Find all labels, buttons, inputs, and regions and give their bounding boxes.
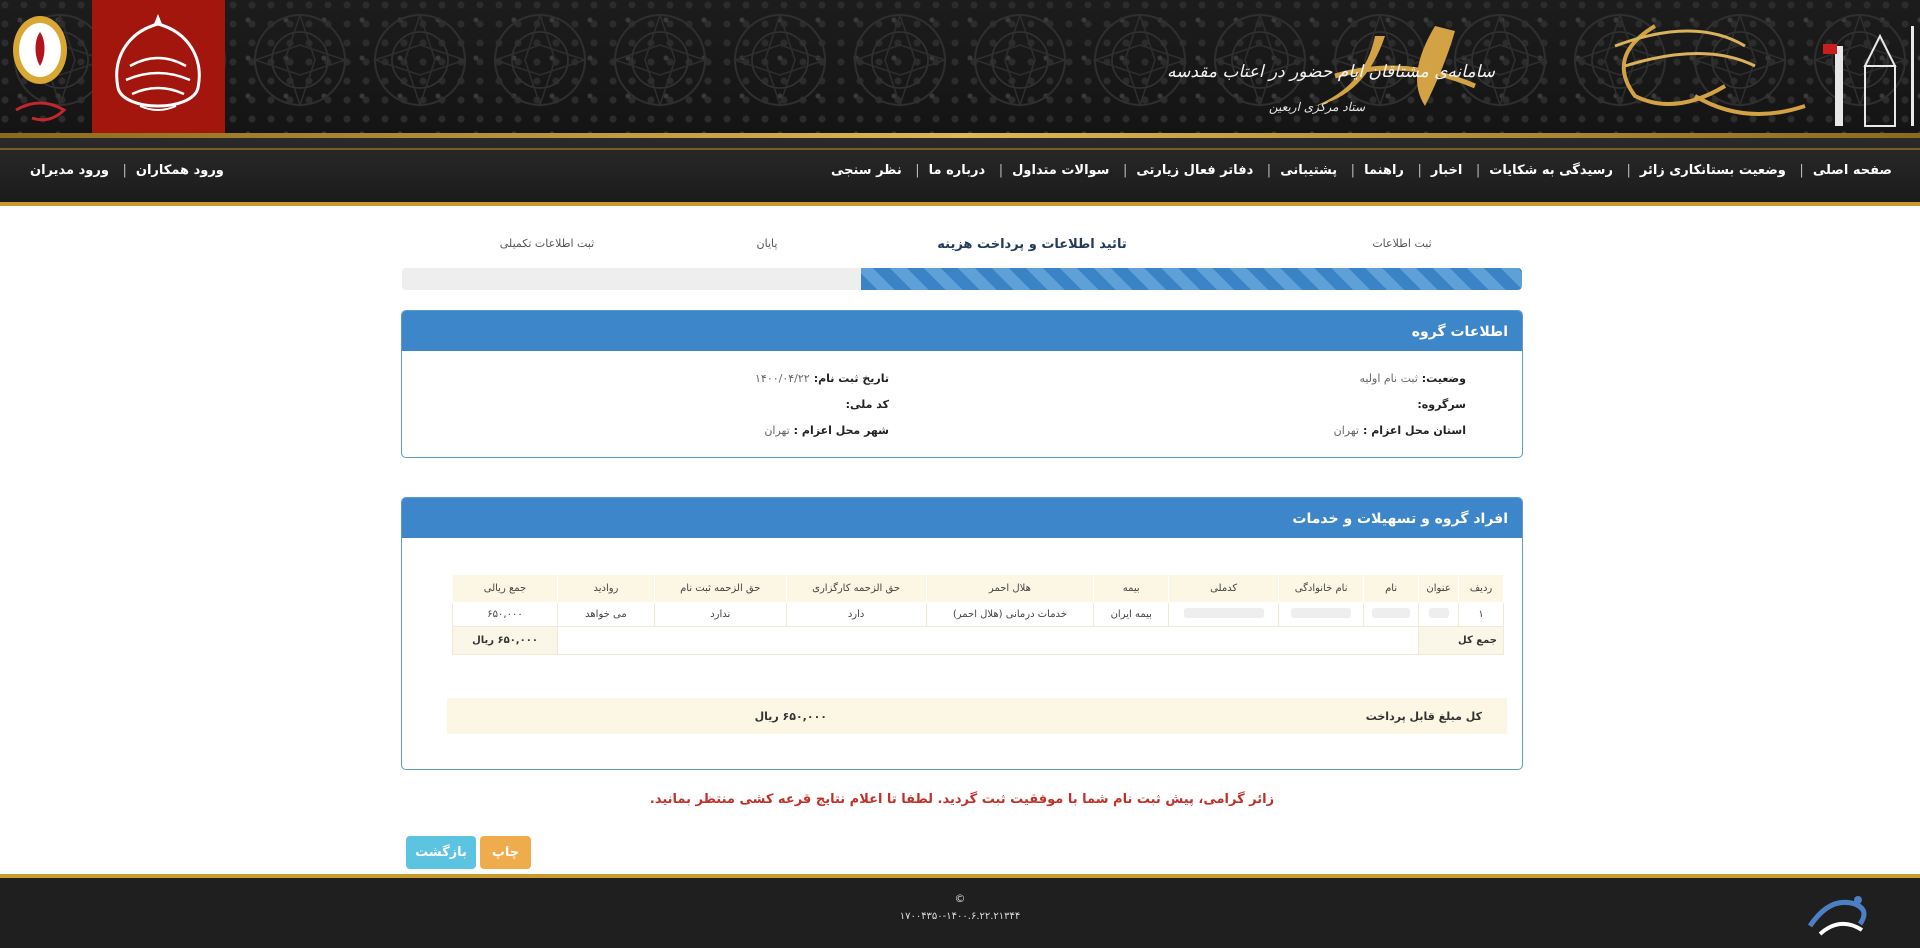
col-national-code: کدملی [1168,574,1280,603]
city-field: شهر محل اعزام :تهران [764,424,889,437]
status-field: وضعیت:ثبت نام اولیه [1359,372,1466,385]
cell-visa: می خواهد [556,602,655,627]
province-value: تهران [1333,424,1359,437]
nav-login-menu: ورود همکاران| ورود مدیران [30,163,224,178]
samah-subtitle-2: ستاد مرکزی اربعین [1268,100,1365,114]
nav-home[interactable]: صفحه اصلی [1813,163,1892,178]
header-banner: سامانه‌ی مشتاقان ایام حضور در اعتاب مقدس… [0,0,1920,138]
samah-subtitle: سامانه‌ی مشتاقان ایام حضور در اعتاب مقدس… [1166,62,1495,82]
payable-value: ۶۵۰,۰۰۰ ریال [754,710,827,723]
cell-red-crescent: خدمات درمانی (هلال احمر) [925,602,1095,627]
nav-about-us[interactable]: درباره ما [929,163,986,178]
wizard-step-confirm-pay: تائید اطلاعات و پرداخت هزینه [937,237,1127,252]
wizard-steps: ثبت اطلاعات تائید اطلاعات و پرداخت هزینه… [402,237,1522,257]
group-info-title: اطلاعات گروه [402,311,1522,351]
table-row: ۱ بیمه ایران خدمات درمانی (هلال احمر) دا… [452,602,1504,627]
col-agency-fee: حق الزحمه کارگزاری [785,574,927,603]
group-info-grid: وضعیت:ثبت نام اولیه سرگروه: استان محل اع… [402,351,1522,451]
national-code-label: کد ملی: [845,398,889,411]
calligraphy-emblem-icon [115,14,201,111]
footer-info: © ۱۷۰۰۴۳۵۰-۱۴۰۰.۶.۲۲.۲۱۳۴۴ [860,892,1060,922]
cell-last-name [1278,602,1365,627]
copyright-symbol: © [954,892,966,905]
col-row: ردیف [1458,574,1504,603]
success-message: زائر گرامی، پیش ثبت نام شما با موفقیت ثب… [649,792,1275,807]
cell-total: ۶۵۰,۰۰۰ [452,602,558,627]
status-label: وضعیت: [1421,372,1466,385]
cell-agency-fee: دارد [785,602,927,627]
nav-survey[interactable]: نظر سنجی [831,163,902,178]
nav-main-menu: صفحه اصلی| وضعیت بستانکاری زائر| رسیدگی … [830,163,1892,178]
col-red-crescent: هلال احمر [925,574,1095,603]
cell-first-name [1363,602,1420,627]
col-insurance: بیمه [1093,574,1170,603]
col-title: عنوان [1418,574,1460,603]
province-label: استان محل اعزام : [1362,424,1466,437]
reg-date-label: تاریخ ثبت نام: [813,372,889,385]
wizard-step-finish: پایان [756,237,778,250]
cell-national-code [1168,602,1280,627]
city-label: شهر محل اعزام : [793,424,889,437]
col-registration-fee: حق الزحمه ثبت نام [653,574,787,603]
table-total-row: جمع کل ۶۵۰,۰۰۰ ریال [452,626,1504,655]
redacted-value [1291,608,1352,618]
wizard-step-supplementary: ثبت اطلاعات تکمیلی [499,237,595,250]
nav-support[interactable]: پشتیبانی [1280,163,1337,178]
col-total: جمع ریالی [452,574,558,603]
total-value: ۶۵۰,۰۰۰ ریال [452,626,558,655]
emblem-box [92,0,225,134]
navbar-line [0,148,1920,150]
leader-label: سرگروه: [1417,398,1466,411]
city-value: تهران [764,424,790,437]
redacted-value [1372,608,1411,618]
cell-title [1418,602,1460,627]
cell-insurance: بیمه ایران [1093,602,1170,627]
national-code-field: کد ملی: [846,398,889,411]
redacted-value [1183,608,1264,618]
nav-complaints[interactable]: رسیدگی به شکایات [1489,163,1613,178]
back-button[interactable]: بازگشت [406,836,476,869]
province-field: استان محل اعزام :تهران [1334,424,1466,437]
bank-melli-logo [10,12,70,132]
nav-colleagues-login[interactable]: ورود همکاران [136,163,224,178]
cell-registration-fee: ندارد [653,602,787,627]
redacted-value [1428,608,1449,618]
nav-news[interactable]: اخبار [1431,163,1463,178]
nav-managers-login[interactable]: ورود مدیران [30,163,109,178]
payable-label: کل مبلغ قابل پرداخت [1365,710,1482,723]
members-table: ردیف عنوان نام نام خانوادگی کدملی بیمه ه… [452,574,1504,655]
wizard-progress-bar [402,268,1522,290]
print-button[interactable]: چاپ [480,836,531,869]
nav-guide[interactable]: راهنما [1364,163,1404,178]
nav-pilgrimage-offices[interactable]: دفاتر فعال زیارتی [1136,163,1253,178]
group-info-panel: اطلاعات گروه وضعیت:ثبت نام اولیه سرگروه:… [401,310,1523,458]
wizard-progress-fill [861,268,1522,290]
col-last-name: نام خانوادگی [1278,574,1365,603]
status-value: ثبت نام اولیه [1359,372,1418,385]
nav-faq[interactable]: سوالات متداول [1012,163,1109,178]
page-footer: © ۱۷۰۰۴۳۵۰-۱۴۰۰.۶.۲۲.۲۱۳۴۴ [0,874,1920,948]
nav-pilgrim-credit-status[interactable]: وضعیت بستانکاری زائر [1640,163,1786,178]
table-header-row: ردیف عنوان نام نام خانوادگی کدملی بیمه ه… [452,574,1504,603]
total-label: جمع کل [1418,626,1504,655]
members-services-panel: افراد گروه و تسهیلات و خدمات ردیف عنوان … [401,497,1523,770]
total-spacer [556,626,1420,655]
footer-version: ۱۷۰۰۴۳۵۰-۱۴۰۰.۶.۲۲.۲۱۳۴۴ [899,911,1021,922]
reg-date-field: تاریخ ثبت نام:۱۴۰۰/۰۴/۲۲ [755,372,889,385]
main-navbar: صفحه اصلی| وضعیت بستانکاری زائر| رسیدگی … [0,138,1920,206]
footer-logo-icon [1800,886,1880,948]
payable-amount-bar: کل مبلغ قابل پرداخت ۶۵۰,۰۰۰ ریال [447,698,1507,734]
wizard-step-register: ثبت اطلاعات [1372,237,1432,250]
col-first-name: نام [1363,574,1420,603]
cell-row: ۱ [1458,602,1504,627]
members-title: افراد گروه و تسهیلات و خدمات [402,498,1522,538]
col-visa: روادید [556,574,655,603]
reg-date-value: ۱۴۰۰/۰۴/۲۲ [755,372,810,385]
leader-field: سرگروه: [1417,398,1466,411]
